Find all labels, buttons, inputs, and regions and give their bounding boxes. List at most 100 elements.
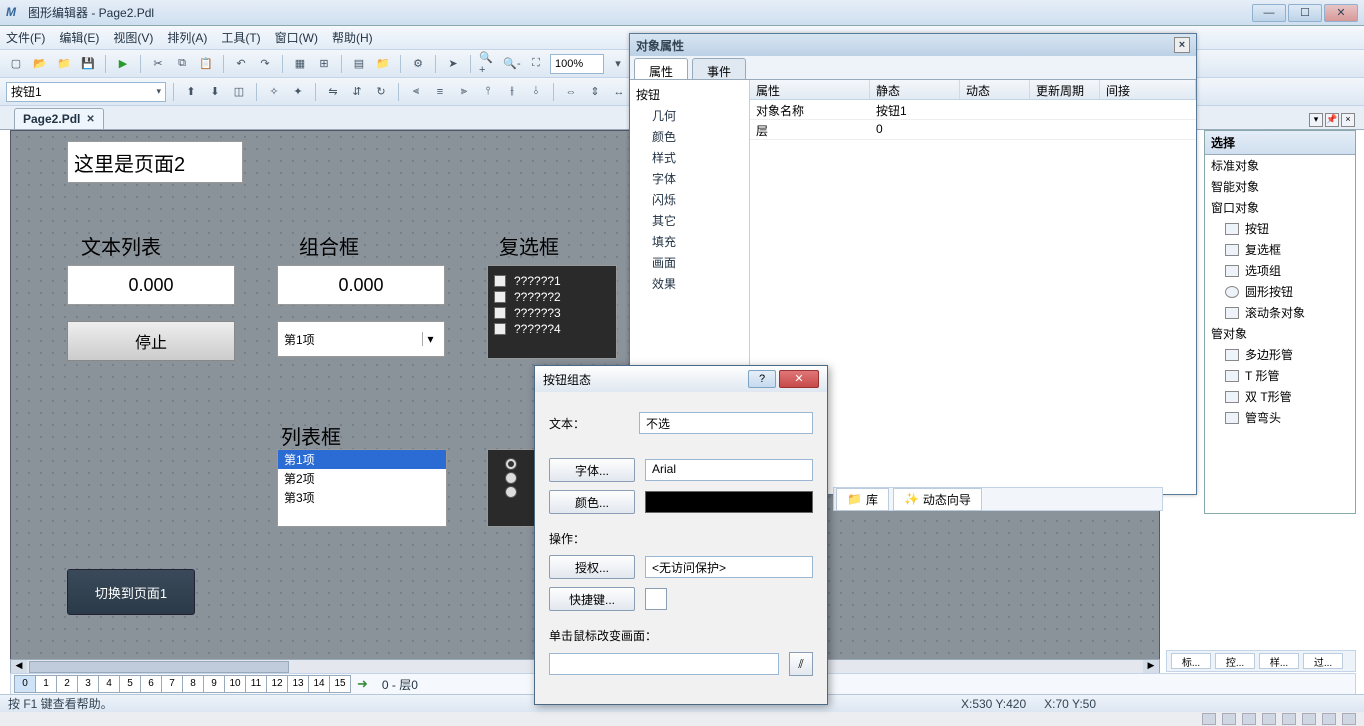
dist-h-icon[interactable]: ⇔ — [561, 82, 581, 102]
color-swatch[interactable] — [645, 491, 813, 513]
layer-btn[interactable]: 8 — [182, 675, 204, 693]
folder-icon[interactable]: 📁 — [373, 54, 393, 74]
props-tab-attributes[interactable]: 属性 — [634, 58, 688, 79]
palette-item-checkbox[interactable]: 复选框 — [1205, 239, 1355, 260]
tree-item[interactable]: 其它 — [636, 210, 743, 231]
list-item[interactable]: 第3项 — [278, 488, 446, 507]
align-left-icon[interactable]: ⫷ — [406, 82, 426, 102]
props-close-icon[interactable]: × — [1174, 37, 1190, 53]
palette-item-elbow[interactable]: 管弯头 — [1205, 407, 1355, 428]
link-icon[interactable]: ⚙ — [408, 54, 428, 74]
palette-item-optiongroup[interactable]: 选项组 — [1205, 260, 1355, 281]
textlist-value[interactable]: 0.000 — [67, 265, 235, 305]
align-center-icon[interactable]: ≡ — [430, 82, 450, 102]
bring-front-icon[interactable]: ⬆ — [181, 82, 201, 102]
object-selector[interactable]: 按钮1 — [6, 82, 166, 102]
zoomout-icon[interactable]: 🔍- — [502, 54, 522, 74]
layer-btn[interactable]: 4 — [98, 675, 120, 693]
tree-item[interactable]: 闪烁 — [636, 189, 743, 210]
page-title-text[interactable]: 这里是页面2 — [67, 141, 243, 183]
rtab-standard[interactable]: 标... — [1171, 653, 1211, 669]
send-back-icon[interactable]: ⬇ — [205, 82, 225, 102]
radio-3[interactable] — [505, 486, 517, 498]
palette-item-dtpipe[interactable]: 双 T形管 — [1205, 386, 1355, 407]
scroll-right-icon[interactable]: ▶ — [1143, 660, 1159, 674]
same-w-icon[interactable]: ↔ — [609, 82, 629, 102]
tree-root[interactable]: 按钮 — [636, 84, 743, 105]
font-button[interactable]: 字体... — [549, 458, 635, 482]
menu-file[interactable]: 文件(F) — [6, 29, 45, 46]
layer-btn[interactable]: 1 — [35, 675, 57, 693]
layer-btn[interactable]: 6 — [140, 675, 162, 693]
open2-icon[interactable]: 📁 — [54, 54, 74, 74]
align-right-icon[interactable]: ⫸ — [454, 82, 474, 102]
tray-icon[interactable] — [1222, 713, 1236, 725]
scroll-thumb[interactable] — [29, 661, 289, 673]
rtab-process[interactable]: 过... — [1303, 653, 1343, 669]
color-button[interactable]: 颜色... — [549, 490, 635, 514]
switch-page-button[interactable]: 切换到页面1 — [67, 569, 195, 615]
maximize-button[interactable]: ☐ — [1288, 4, 1322, 22]
align-middle-icon[interactable]: ⫲ — [502, 82, 522, 102]
tree-item[interactable]: 样式 — [636, 147, 743, 168]
grid-row[interactable]: 层 0 — [750, 120, 1196, 140]
text-input[interactable] — [639, 412, 813, 434]
radio-2[interactable] — [505, 472, 517, 484]
library-tab[interactable]: 📁库 — [836, 488, 889, 511]
dynamic-wizard-tab[interactable]: ✨动态向导 — [893, 488, 982, 511]
palette-cat-smart[interactable]: 智能对象 — [1205, 176, 1355, 197]
minimize-button[interactable]: — — [1252, 4, 1286, 22]
layer-next-icon[interactable]: ➜ — [357, 676, 368, 692]
dialog-close-button[interactable]: ✕ — [779, 370, 819, 388]
tray-icon[interactable] — [1202, 713, 1216, 725]
props-tab-events[interactable]: 事件 — [692, 58, 746, 79]
stop-button[interactable]: 停止 — [67, 321, 235, 361]
auth-button[interactable]: 授权... — [549, 555, 635, 579]
layer-btn[interactable]: 14 — [308, 675, 330, 693]
zoomin-icon[interactable]: 🔍+ — [478, 54, 498, 74]
group-icon[interactable]: ◫ — [229, 82, 249, 102]
flip-h-icon[interactable]: ⇋ — [323, 82, 343, 102]
radio-1[interactable] — [505, 458, 517, 470]
rotate-icon[interactable]: ↻ — [371, 82, 391, 102]
rtab-controls[interactable]: 控... — [1215, 653, 1255, 669]
tree-item[interactable]: 画面 — [636, 252, 743, 273]
undo-icon[interactable]: ↶ — [231, 54, 251, 74]
layer-btn[interactable]: 11 — [245, 675, 267, 693]
layer-btn[interactable]: 0 — [14, 675, 36, 693]
grid-icon[interactable]: ▦ — [290, 54, 310, 74]
paste-icon[interactable]: 📋 — [196, 54, 216, 74]
grid-row[interactable]: 对象名称 按钮1 — [750, 100, 1196, 120]
browse-picture-button[interactable]: ⫽ — [789, 652, 813, 676]
run-icon[interactable]: ▶ — [113, 54, 133, 74]
radio-panel[interactable] — [487, 449, 535, 527]
menu-arrange[interactable]: 排列(A) — [167, 29, 207, 46]
palette-dropdown-icon[interactable]: ▾ — [1309, 113, 1323, 127]
wand-icon[interactable]: ✧ — [264, 82, 284, 102]
tree-item[interactable]: 填充 — [636, 231, 743, 252]
layer-btn[interactable]: 3 — [77, 675, 99, 693]
wand2-icon[interactable]: ✦ — [288, 82, 308, 102]
menu-edit[interactable]: 编辑(E) — [59, 29, 99, 46]
palette-cat-window[interactable]: 窗口对象 — [1205, 197, 1355, 218]
open-icon[interactable]: 📂 — [30, 54, 50, 74]
new-icon[interactable]: ▢ — [6, 54, 26, 74]
tray-icon[interactable] — [1262, 713, 1276, 725]
layer-btn[interactable]: 7 — [161, 675, 183, 693]
close-tab-icon[interactable]: ✕ — [86, 114, 94, 125]
hotkey-button[interactable]: 快捷键... — [549, 587, 635, 611]
layer-btn[interactable]: 10 — [224, 675, 246, 693]
zoom-combo[interactable] — [550, 54, 604, 74]
palette-item-tpipe[interactable]: T 形管 — [1205, 365, 1355, 386]
checkbox-2[interactable] — [494, 291, 506, 303]
combo-select[interactable]: 第1项▾ — [277, 321, 445, 357]
layer-btn[interactable]: 2 — [56, 675, 78, 693]
tray-icon[interactable] — [1282, 713, 1296, 725]
listbox[interactable]: 第1项 第2项 第3项 — [277, 449, 447, 527]
combo-value[interactable]: 0.000 — [277, 265, 445, 305]
cut-icon[interactable]: ✂ — [148, 54, 168, 74]
pointer-icon[interactable]: ➤ — [443, 54, 463, 74]
checkbox-panel[interactable]: ??????1 ??????2 ??????3 ??????4 — [487, 265, 617, 359]
checkbox-3[interactable] — [494, 307, 506, 319]
dialog-help-button[interactable]: ? — [748, 370, 776, 388]
